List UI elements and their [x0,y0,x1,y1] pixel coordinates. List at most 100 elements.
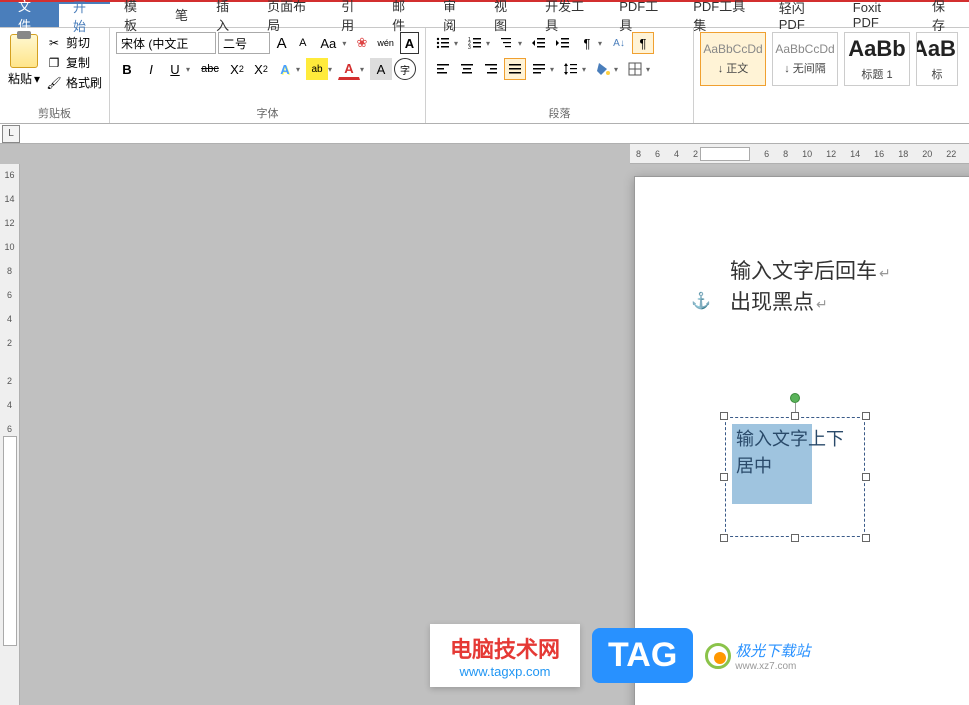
tab-pen[interactable]: 笔 [161,2,202,27]
group-styles: AaBbCcDd ↓ 正文 AaBbCcDd ↓ 无间隔 AaBb 标题 1 A… [694,28,969,123]
shrink-font-button[interactable]: A [293,32,312,54]
char-border-button[interactable]: A [400,32,419,54]
vertical-ruler[interactable]: 16141210864224681012141618 [0,164,20,705]
outdent-icon [531,35,547,51]
bullets-icon [435,35,451,51]
enclose-char-button[interactable]: 字 [394,58,416,80]
align-justify-button[interactable] [504,58,526,80]
grow-font-button[interactable]: A [272,32,291,54]
resize-handle-ml[interactable] [720,473,728,481]
superscript-button[interactable]: X2 [250,58,272,80]
chevron-down-icon[interactable]: ▾ [454,39,462,48]
tab-devtools[interactable]: 开发工具 [531,2,605,27]
tab-insert[interactable]: 插入 [202,2,253,27]
tab-home[interactable]: 开始 [59,2,110,27]
tab-mail[interactable]: 邮件 [378,2,429,27]
chevron-down-icon[interactable]: ▾ [614,65,622,74]
tab-page-layout[interactable]: 页面布局 [253,2,327,27]
chevron-down-icon[interactable]: ▾ [360,65,368,74]
change-case-button[interactable]: Aa [314,32,342,54]
style-heading1[interactable]: AaBb 标题 1 [844,32,910,86]
resize-handle-tm[interactable] [791,412,799,420]
sort-button[interactable]: A↓ [608,32,630,54]
resize-handle-mr[interactable] [862,473,870,481]
borders-button[interactable] [624,58,646,80]
style-normal[interactable]: AaBbCcDd ↓ 正文 [700,32,766,86]
paragraph-mark-icon: ↵ [879,265,891,281]
decrease-indent-button[interactable] [528,32,550,54]
multilevel-button[interactable] [496,32,518,54]
pinyin-button[interactable]: wén [374,32,398,54]
copy-button[interactable]: ❐ 复制 [46,54,102,71]
resize-handle-bm[interactable] [791,534,799,542]
cut-button[interactable]: ✂ 剪切 [46,34,102,51]
resize-handle-tl[interactable] [720,412,728,420]
horizontal-ruler[interactable]: 8642246810121416182022 [630,144,969,164]
align-center-button[interactable] [456,58,478,80]
chevron-down-icon[interactable]: ▾ [328,65,336,74]
bullets-button[interactable] [432,32,454,54]
resize-handle-br[interactable] [862,534,870,542]
tab-light-pdf[interactable]: 轻闪PDF [765,2,839,27]
tab-view[interactable]: 视图 [480,2,531,27]
numbering-button[interactable]: 123 [464,32,486,54]
resize-handle-bl[interactable] [720,534,728,542]
align-center-icon [459,61,475,77]
style-nospacing[interactable]: AaBbCcDd ↓ 无间隔 [772,32,838,86]
document-text-line2[interactable]: 出现黑点↵ [730,286,828,316]
strike-button[interactable]: abc [196,58,224,80]
textbox-text[interactable]: 输入文字上下居中 [736,426,846,480]
tab-file[interactable]: 文件 [0,2,59,27]
paste-button[interactable]: 粘贴▾ [6,32,42,89]
increase-indent-button[interactable] [552,32,574,54]
tab-pdf-toolset[interactable]: PDF工具集 [679,2,765,27]
highlight-button[interactable]: ab [306,58,328,80]
tab-template[interactable]: 模板 [110,2,161,27]
chevron-down-icon[interactable]: ▾ [186,65,194,74]
chevron-down-icon[interactable]: ▾ [34,72,40,86]
underline-button[interactable]: U [164,58,186,80]
line-spacing-button[interactable] [560,58,582,80]
document-text-line1[interactable]: 输入文字后回车↵ [730,255,891,285]
watermark-tag: TAG [592,628,693,683]
tab-pdf-tool[interactable]: PDF工具 [605,2,679,27]
chevron-down-icon[interactable]: ▾ [598,39,606,48]
ruler-bar: L [0,124,969,144]
char-shading-button[interactable]: A [370,58,392,80]
italic-button[interactable]: I [140,58,162,80]
bold-button[interactable]: B [116,58,138,80]
subscript-button[interactable]: X2 [226,58,248,80]
tab-foxit[interactable]: Foxit PDF [839,2,918,27]
chevron-down-icon[interactable]: ▾ [342,39,350,48]
chevron-down-icon[interactable]: ▾ [518,39,526,48]
tab-reference[interactable]: 引用 [327,2,378,27]
font-size-input[interactable] [218,32,270,54]
align-right-button[interactable] [480,58,502,80]
style-heading2[interactable]: AaBl 标 [916,32,958,86]
chevron-down-icon[interactable]: ▾ [486,39,494,48]
tab-review[interactable]: 审阅 [429,2,480,27]
align-left-button[interactable] [432,58,454,80]
shading-button[interactable] [592,58,614,80]
show-marks-button[interactable]: ¶ [632,32,654,54]
textbox-shape[interactable]: 输入文字上下居中 [725,417,865,537]
font-color-button[interactable]: A [338,58,360,80]
font-name-input[interactable] [116,32,216,54]
group-font: A A Aa▾ ❀ wén A B I U▾ abc X2 X2 A▾ ab▾ … [110,28,426,123]
paste-label: 粘贴 [8,70,32,87]
resize-handle-tr[interactable] [862,412,870,420]
chevron-down-icon[interactable]: ▾ [296,65,304,74]
text-effect-button[interactable]: A [274,58,296,80]
ltr-button[interactable]: ¶ [576,32,598,54]
ribbon: 粘贴▾ ✂ 剪切 ❐ 复制 🖌 格式刷 剪贴板 [0,28,969,124]
chevron-down-icon[interactable]: ▾ [550,65,558,74]
chevron-down-icon[interactable]: ▾ [582,65,590,74]
rotate-handle[interactable] [790,393,800,403]
format-painter-button[interactable]: 🖌 格式刷 [46,74,102,91]
chevron-down-icon[interactable]: ▾ [646,65,654,74]
align-distribute-button[interactable] [528,58,550,80]
clear-format-button[interactable]: ❀ [352,32,371,54]
tab-stop-selector[interactable]: L [2,125,20,143]
tab-save[interactable]: 保存 [918,2,969,27]
scissors-icon: ✂ [46,35,62,51]
